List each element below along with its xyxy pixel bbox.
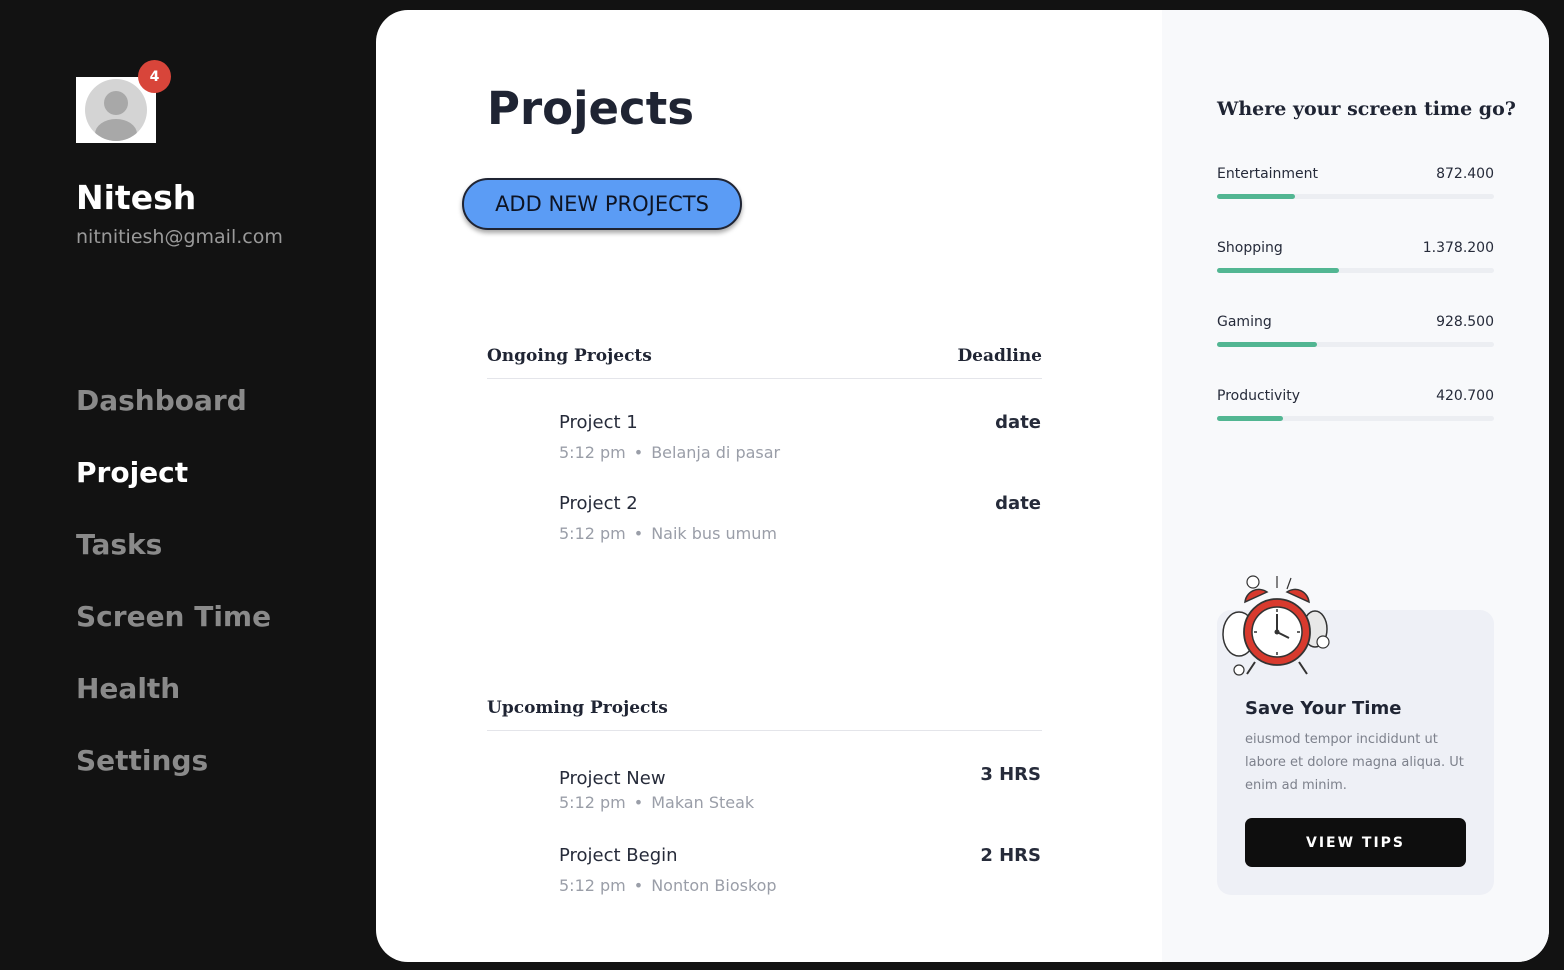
deadline-column-label: Deadline [957,346,1042,366]
project-row[interactable]: Project 1 5:12 pm • Belanja di pasar date [559,412,1041,462]
alarm-clock-icon [1222,575,1330,676]
nav-item-tasks[interactable]: Tasks [76,527,271,599]
user-placeholder-icon [85,79,147,141]
add-new-projects-button[interactable]: ADD NEW PROJECTS [462,178,742,230]
progress-track [1217,268,1494,273]
nav-item-settings[interactable]: Settings [76,743,271,815]
progress-fill [1217,194,1295,199]
main-card: Projects ADD NEW PROJECTS Ongoing Projec… [376,10,1549,962]
screen-time-panel: Where your screen time go? Entertainment… [1162,10,1549,962]
progress-track [1217,194,1494,199]
progress-track [1217,342,1494,347]
nav-item-dashboard[interactable]: Dashboard [76,383,271,455]
project-note: Makan Steak [651,793,755,812]
project-time: 5:12 pm [559,793,626,812]
progress-track [1217,416,1494,421]
ongoing-projects-heading: Ongoing Projects [487,346,652,366]
project-duration: 3 HRS [980,764,1041,785]
progress-fill [1217,268,1339,273]
project-name: Project Begin [559,845,678,866]
project-note: Nonton Bioskop [651,876,777,895]
project-row[interactable]: Project New 5:12 pm • Makan Steak 3 HRS [559,764,1041,812]
project-time: 5:12 pm [559,443,626,462]
project-duration: 2 HRS [980,845,1041,866]
screen-time-item: Shopping 1.378.200 [1217,240,1494,273]
project-deadline: date [995,412,1041,433]
nav-item-health[interactable]: Health [76,671,271,743]
screen-time-item: Entertainment 872.400 [1217,166,1494,199]
project-row[interactable]: Project Begin 5:12 pm • Nonton Bioskop 2 H… [559,845,1041,895]
project-row[interactable]: Project 2 5:12 pm • Naik bus umum date [559,493,1041,543]
project-meta: 5:12 pm • Nonton Bioskop [559,876,777,895]
project-name: Project 1 [559,412,638,433]
sidebar-nav: Dashboard Project Tasks Screen Time Heal… [76,383,271,815]
project-meta: 5:12 pm • Naik bus umum [559,524,777,543]
notification-badge[interactable]: 4 [138,60,171,93]
sidebar: 4 Nitesh nitnitiesh@gmail.com Dashboard … [0,0,376,970]
project-deadline: date [995,493,1041,514]
upcoming-projects-heading: Upcoming Projects [487,698,668,718]
project-time: 5:12 pm [559,876,626,895]
nav-item-screen-time[interactable]: Screen Time [76,599,271,671]
project-meta: 5:12 pm • Makan Steak [559,793,755,812]
project-note: Belanja di pasar [651,443,781,462]
progress-fill [1217,416,1284,421]
tips-title: Save Your Time [1245,698,1402,719]
screen-time-title: Where your screen time go? [1217,98,1516,120]
ongoing-projects-header: Ongoing Projects Deadline [487,346,1042,379]
screen-time-value: 420.700 [1436,388,1494,404]
screen-time-value: 872.400 [1436,166,1494,182]
project-note: Naik bus umum [651,524,777,543]
user-email: nitnitiesh@gmail.com [76,226,283,248]
view-tips-button[interactable]: VIEW TIPS [1245,818,1466,867]
save-time-card: Save Your Time eiusmod tempor incididunt… [1217,575,1494,895]
nav-item-project[interactable]: Project [76,455,271,527]
page-title: Projects [487,82,695,135]
tips-description: eiusmod tempor incididunt ut labore et d… [1245,732,1464,793]
project-name: Project New [559,768,666,789]
screen-time-item: Productivity 420.700 [1217,388,1494,421]
avatar-container[interactable]: 4 [76,60,171,143]
screen-time-item: Gaming 928.500 [1217,314,1494,347]
project-time: 5:12 pm [559,524,626,543]
upcoming-projects-header: Upcoming Projects [487,698,1042,731]
screen-time-value: 928.500 [1436,314,1494,330]
progress-fill [1217,342,1317,347]
project-meta: 5:12 pm • Belanja di pasar [559,443,781,462]
screen-time-value: 1.378.200 [1422,240,1494,256]
user-name: Nitesh [76,178,197,217]
project-name: Project 2 [559,493,638,514]
